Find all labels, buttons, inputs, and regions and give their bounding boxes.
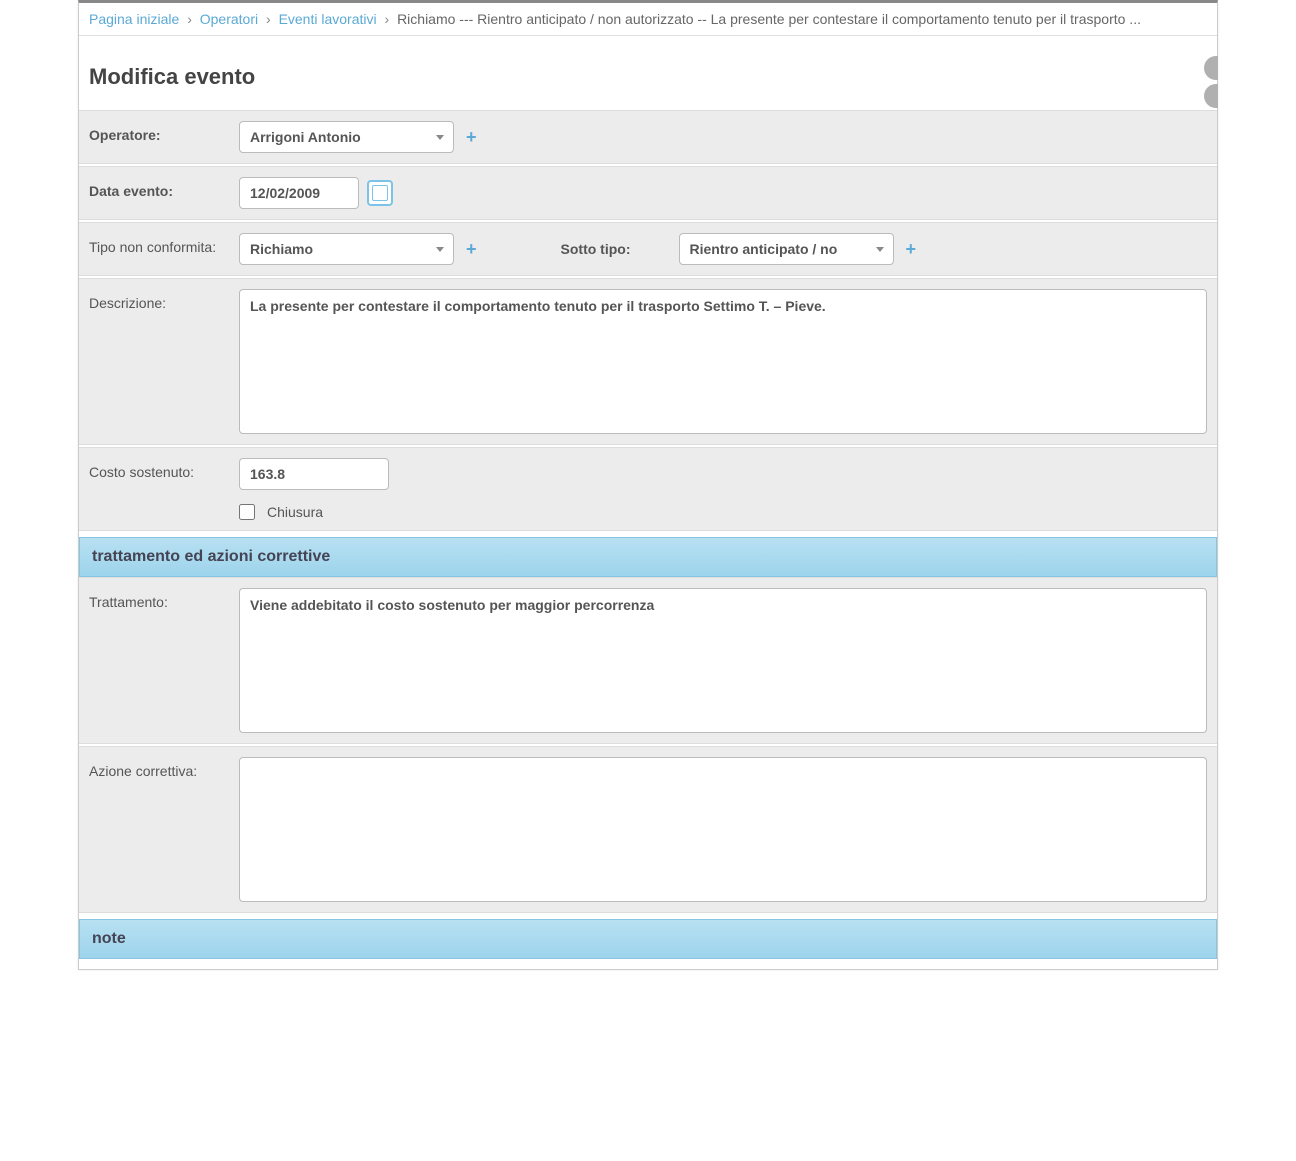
azione-textarea[interactable] xyxy=(239,757,1207,902)
breadcrumb-separator: › xyxy=(385,11,390,27)
trattamento-textarea[interactable]: Viene addebitato il costo sostenuto per … xyxy=(239,588,1207,733)
section-note-header: note xyxy=(79,919,1217,959)
breadcrumb-separator: › xyxy=(266,11,271,27)
descrizione-textarea[interactable]: La presente per contestare il comportame… xyxy=(239,289,1207,434)
breadcrumb-eventi[interactable]: Eventi lavorativi xyxy=(279,11,377,27)
operatore-select[interactable]: Arrigoni Antonio xyxy=(239,121,454,153)
label-tipo-nc: Tipo non conformita: xyxy=(89,233,239,255)
page-title: Modifica evento xyxy=(79,36,1217,110)
section-treatment-header: trattamento ed azioni correttive xyxy=(79,537,1217,577)
label-descrizione: Descrizione: xyxy=(89,289,239,311)
breadcrumb: Pagina iniziale › Operatori › Eventi lav… xyxy=(79,3,1217,36)
label-chiusura: Chiusura xyxy=(267,504,323,520)
chiusura-checkbox[interactable] xyxy=(239,504,255,520)
data-evento-input[interactable] xyxy=(239,177,359,209)
add-tipo-nc-button[interactable]: + xyxy=(462,239,481,260)
breadcrumb-home[interactable]: Pagina iniziale xyxy=(89,11,179,27)
label-costo: Costo sostenuto: xyxy=(89,458,239,480)
label-sotto-tipo: Sotto tipo: xyxy=(561,241,631,257)
side-tab[interactable] xyxy=(1204,84,1218,108)
costo-input[interactable] xyxy=(239,458,389,490)
add-sotto-tipo-button[interactable]: + xyxy=(902,239,921,260)
label-trattamento: Trattamento: xyxy=(89,588,239,610)
tipo-nc-select[interactable]: Richiamo xyxy=(239,233,454,265)
label-operatore: Operatore: xyxy=(89,121,239,143)
breadcrumb-operatori[interactable]: Operatori xyxy=(200,11,258,27)
label-data-evento: Data evento: xyxy=(89,177,239,199)
sotto-tipo-select[interactable]: Rientro anticipato / no xyxy=(679,233,894,265)
calendar-icon[interactable] xyxy=(367,180,393,206)
breadcrumb-separator: › xyxy=(187,11,192,27)
breadcrumb-current: Richiamo --- Rientro anticipato / non au… xyxy=(397,11,1141,27)
add-operatore-button[interactable]: + xyxy=(462,127,481,148)
side-tab[interactable] xyxy=(1204,56,1218,80)
label-azione: Azione correttiva: xyxy=(89,757,239,779)
